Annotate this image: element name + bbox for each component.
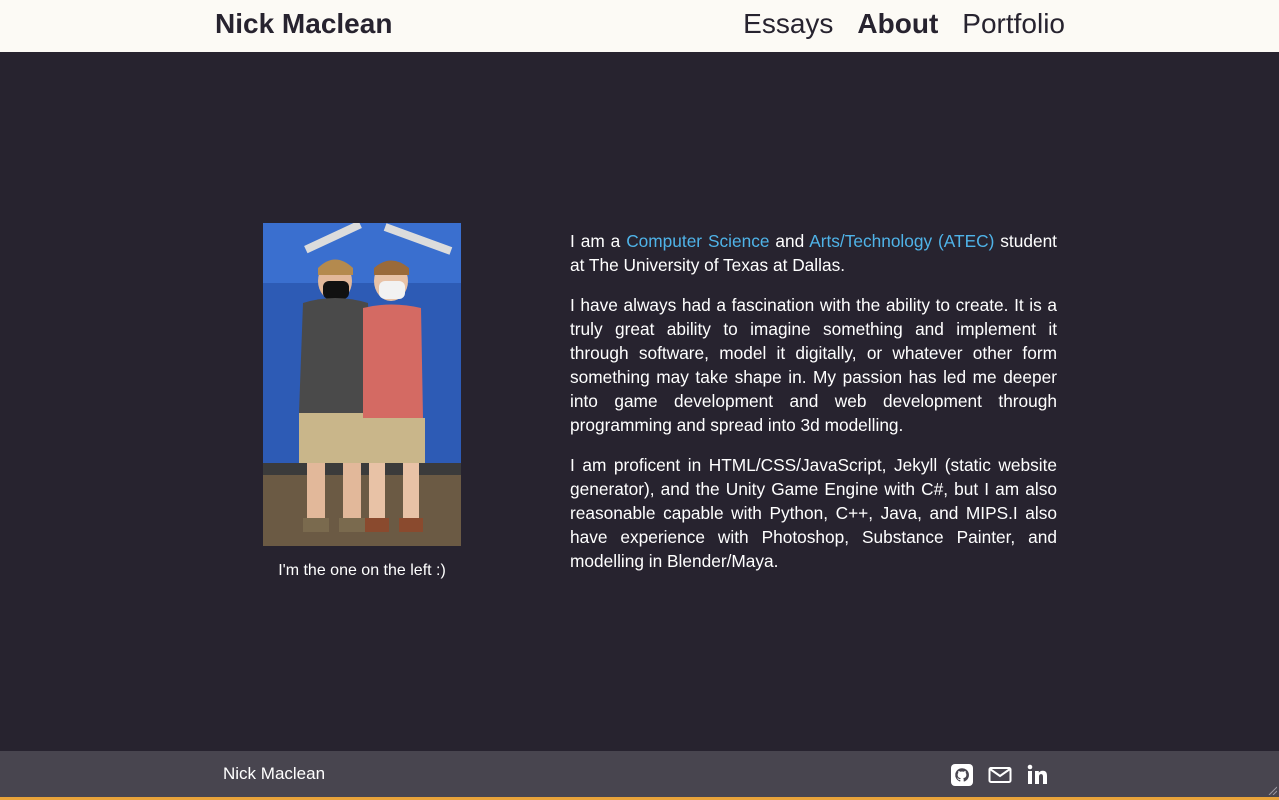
mail-icon[interactable]: [988, 763, 1012, 787]
site-footer: Nick Maclean: [0, 751, 1279, 797]
bio-text-segment: and: [769, 231, 810, 251]
nav-essays[interactable]: Essays: [743, 8, 833, 40]
photo-caption: I'm the one on the left :): [278, 562, 446, 579]
about-section: I'm the one on the left :) I am a Comput…: [0, 52, 1279, 751]
profile-photo: [263, 223, 461, 546]
site-title-link[interactable]: Nick Maclean: [215, 8, 392, 40]
main-nav: Essays About Portfolio: [743, 8, 1065, 40]
bio-paragraph-2: I have always had a fascination with the…: [570, 295, 1057, 435]
social-links: [950, 763, 1050, 787]
bio-paragraph-3: I am proficent in HTML/CSS/JavaScript, J…: [570, 455, 1057, 571]
github-icon[interactable]: [950, 763, 974, 787]
nav-about[interactable]: About: [857, 8, 938, 40]
footer-name: Nick Maclean: [223, 764, 326, 783]
site-header: Nick Maclean Essays About Portfolio: [0, 0, 1279, 52]
bio-text: I am a Computer Science and Arts/Technol…: [570, 229, 1057, 589]
bio-text-segment: I am a: [570, 231, 627, 251]
resize-handle-icon: [1268, 786, 1277, 795]
bio-paragraph-1: I am a Computer Science and Arts/Technol…: [570, 229, 1057, 277]
nav-portfolio[interactable]: Portfolio: [962, 8, 1065, 40]
atec-link[interactable]: Arts/Technology (ATEC): [809, 231, 994, 251]
profile-figure: I'm the one on the left :): [263, 223, 461, 580]
computer-science-link[interactable]: Computer Science: [626, 231, 769, 251]
linkedin-icon[interactable]: [1026, 763, 1050, 787]
